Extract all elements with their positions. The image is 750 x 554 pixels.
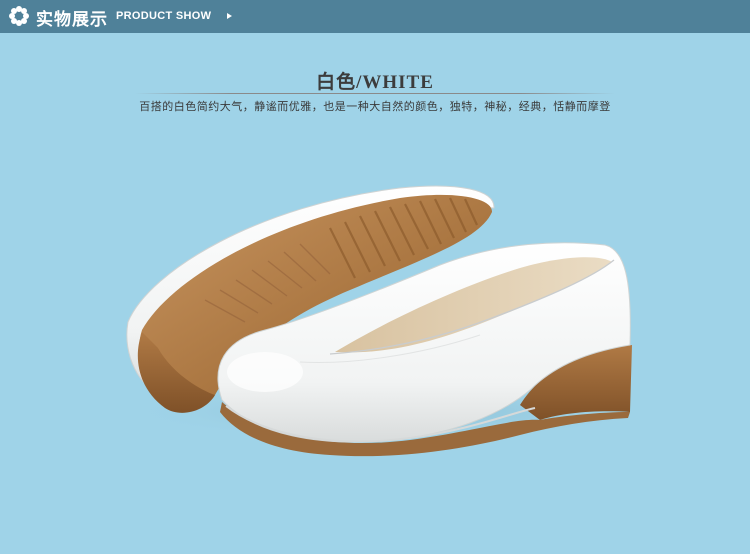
title-divider [135,93,615,94]
white-wedge-pumps-photo [120,185,660,457]
flower-icon [9,6,29,26]
product-description: 百搭的白色简约大气，静谧而优雅，也是一种大自然的颜色，独特，神秘，经典，恬静而摩… [139,101,611,113]
section-subtitle: PRODUCT SHOW [116,10,212,22]
color-title: 白色/WHITE [316,72,434,93]
section-title: 实物展示 [36,10,108,29]
arrow-right-icon [227,13,232,19]
header-bar: 实物展示 PRODUCT SHOW [0,0,750,33]
